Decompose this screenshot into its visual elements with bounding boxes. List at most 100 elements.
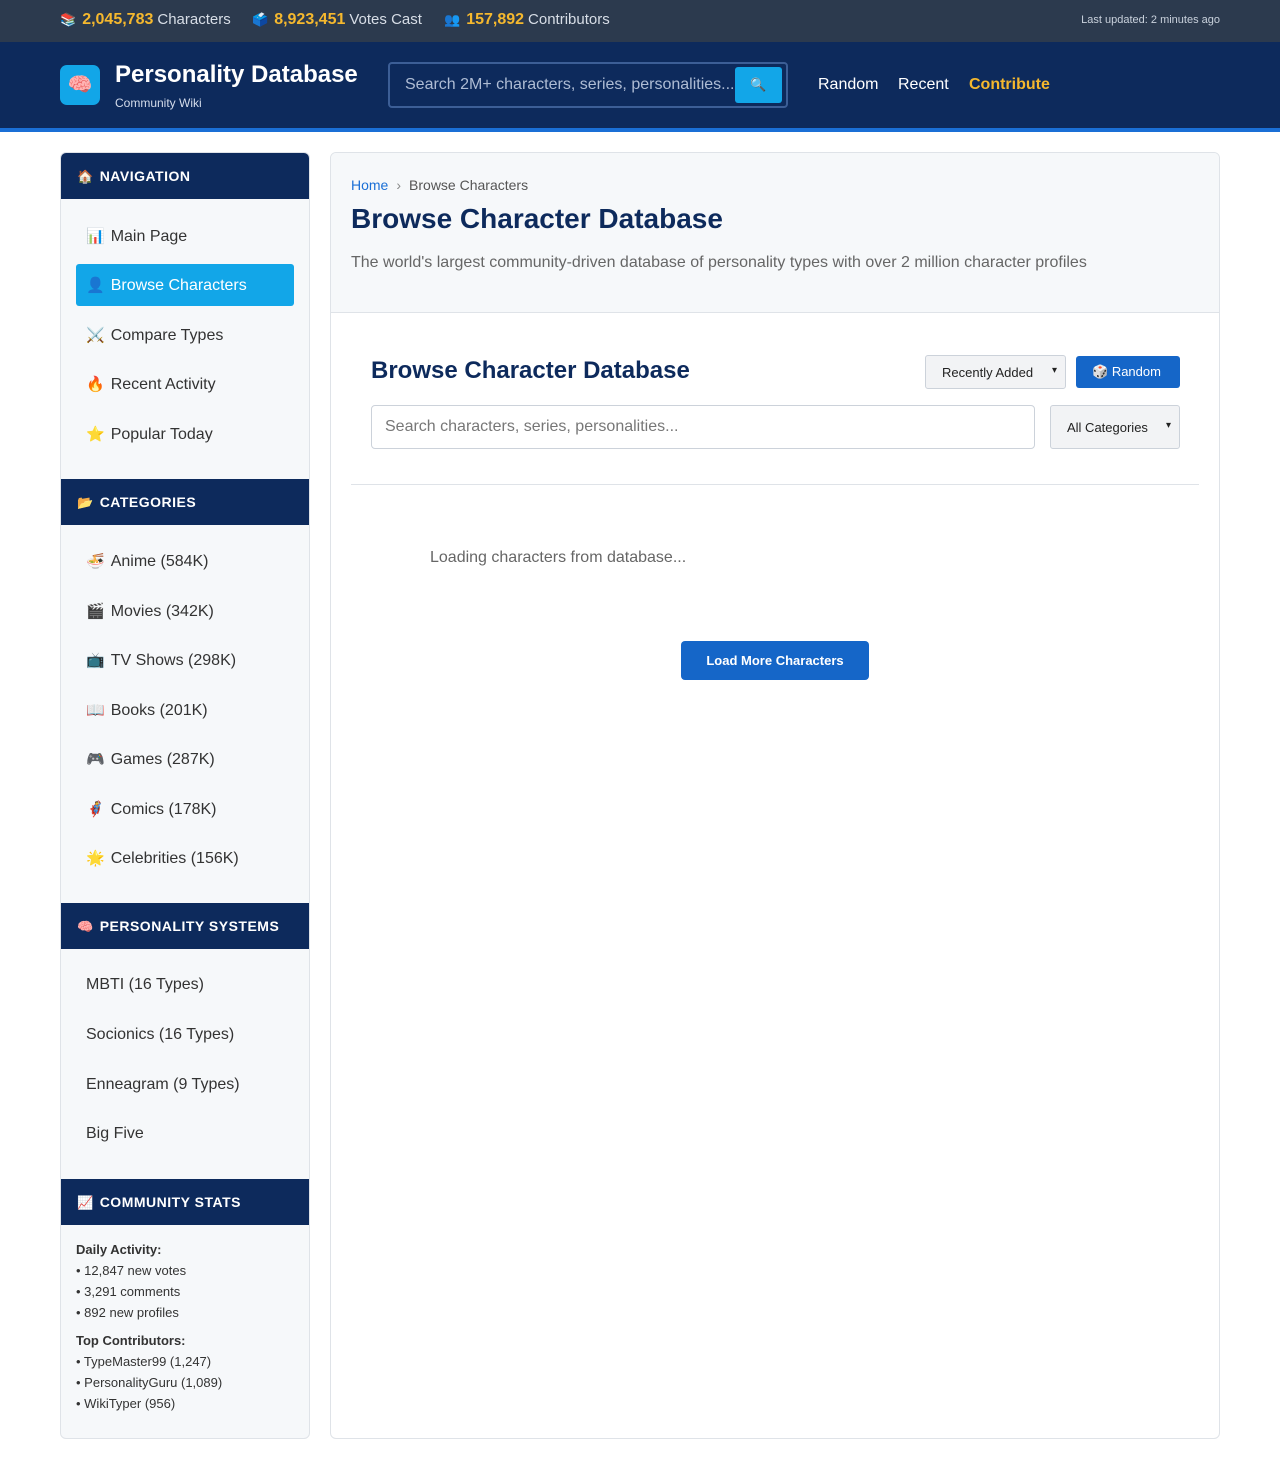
breadcrumb-separator: › [396, 177, 402, 193]
gamepad-icon: 🎮 [86, 751, 105, 768]
page-description: The world's largest community-driven dat… [351, 254, 1087, 271]
top-contributors-label: Top Contributors: [76, 1333, 186, 1348]
navigation-header: 🏠 NAVIGATION [61, 153, 309, 199]
sidebar-item-label: Recent Activity [110, 376, 216, 393]
character-search-placeholder: Search characters, series, personalities… [385, 418, 679, 435]
nav-recent[interactable]: Recent [898, 76, 949, 94]
sidebar-item-label: TV Shows (298K) [110, 652, 237, 669]
contributor-line: • TypeMaster99 (1,247) [76, 1354, 212, 1369]
sidebar-item-label: Celebrities (156K) [110, 850, 239, 867]
nav-random[interactable]: Random [818, 76, 878, 94]
sidebar-item-tv-shows[interactable]: 📺 TV Shows (298K) [76, 639, 294, 681]
sidebar-item-big-five[interactable]: Big Five [76, 1113, 294, 1155]
character-search-input[interactable]: Search characters, series, personalities… [371, 405, 1035, 449]
breadcrumb-current: Browse Characters [409, 177, 529, 193]
sidebar-item-label: Anime (584K) [110, 553, 209, 570]
sidebar-item-label: Books (201K) [110, 702, 208, 719]
category-select-value: All Categories [1067, 420, 1148, 435]
stats-bar: 📚 2,045,783 Characters 🗳️ 8,923,451 Votes Ca… [0, 0, 1280, 42]
stat-votes: 🗳️ 8,923,451 Votes Cast [252, 11, 422, 29]
open-book-icon: 📖 [86, 702, 105, 719]
page-title: Browse Character Database [351, 203, 723, 234]
sidebar-item-browse-characters[interactable]: 👤 Browse Characters [76, 264, 294, 306]
star-icon: ⭐ [86, 426, 105, 443]
header-search-input[interactable]: Search 2M+ characters, series, personali… [405, 76, 734, 94]
sidebar-item-compare-types[interactable]: ⚔️ Compare Types [76, 314, 294, 356]
sidebar-item-label: Popular Today [110, 426, 213, 443]
random-button[interactable]: 🎲 Random [1076, 356, 1180, 388]
main-content: Home › Browse Characters Browse Character … [330, 152, 1220, 1439]
sidebar-item-label: Comics (178K) [110, 801, 217, 818]
dice-icon: 🎲 [1092, 364, 1109, 379]
fire-icon: 🔥 [86, 376, 105, 393]
sidebar-item-label: Main Page [110, 228, 188, 245]
page-header: Home › Browse Characters Browse Character … [331, 153, 1219, 313]
personality-systems-header: 🧠 PERSONALITY SYSTEMS [61, 903, 309, 949]
section-title: NAVIGATION [99, 168, 191, 184]
site-title[interactable]: Personality Database [115, 61, 358, 89]
sidebar-item-label: Movies (342K) [110, 603, 214, 620]
stat-line: • 12,847 new votes [76, 1263, 187, 1278]
bar-chart-icon: 📊 [86, 228, 105, 245]
stat-value: 157,892 [466, 11, 525, 28]
section-title: COMMUNITY STATS [99, 1194, 241, 1210]
sidebar: 🏠 NAVIGATION 📊 Main Page 👤 Browse Character… [60, 152, 310, 1439]
sidebar-item-socionics[interactable]: Socionics (16 Types) [76, 1014, 294, 1056]
stat-characters: 📚 2,045,783 Characters [60, 11, 231, 29]
site-header: 🧠 Personality Database Community Wiki Se… [0, 42, 1280, 132]
sidebar-item-enneagram[interactable]: Enneagram (9 Types) [76, 1064, 294, 1106]
last-updated: Last updated: 2 minutes ago [1081, 14, 1220, 26]
breadcrumb: Home › Browse Characters [351, 177, 528, 193]
sort-select[interactable]: Recently Added ▾ [925, 355, 1066, 389]
stat-contributors: 👥 157,892 Contributors [444, 11, 610, 29]
sidebar-item-popular-today[interactable]: ⭐ Popular Today [76, 413, 294, 455]
nav-contribute[interactable]: Contribute [969, 76, 1050, 94]
contributor-line: • WikiTyper (956) [76, 1396, 176, 1411]
house-icon: 🏠 [77, 169, 94, 184]
site-subtitle: Community Wiki [115, 96, 202, 110]
stat-line: • 892 new profiles [76, 1305, 179, 1320]
ramen-icon: 🍜 [86, 553, 105, 570]
category-select[interactable]: All Categories ▾ [1050, 405, 1180, 449]
daily-activity-label: Daily Activity: [76, 1242, 162, 1257]
sidebar-item-main-page[interactable]: 📊 Main Page [76, 215, 294, 257]
load-more-button[interactable]: Load More Characters [681, 641, 869, 680]
chevron-down-icon: ▾ [1165, 420, 1171, 431]
random-button-label: Random [1111, 364, 1161, 379]
trending-chart-icon: 📈 [77, 1195, 94, 1210]
sidebar-item-games[interactable]: 🎮 Games (287K) [76, 738, 294, 780]
ballot-box-icon: 🗳️ [252, 12, 269, 27]
section-title: CATEGORIES [99, 494, 197, 510]
breadcrumb-home-link[interactable]: Home [351, 177, 388, 193]
people-icon: 👥 [444, 12, 461, 27]
sidebar-item-label: Games (287K) [110, 751, 215, 768]
stat-label: Votes Cast [349, 11, 422, 28]
sidebar-item-label: Compare Types [110, 327, 224, 344]
community-stats: Daily Activity: • 12,847 new votes • 3,2… [76, 1239, 222, 1414]
stat-value: 8,923,451 [274, 11, 346, 28]
brain-logo-icon[interactable]: 🧠 [60, 65, 100, 105]
sidebar-item-anime[interactable]: 🍜 Anime (584K) [76, 540, 294, 582]
books-icon: 📚 [60, 12, 77, 27]
television-icon: 📺 [86, 652, 105, 669]
sidebar-item-mbti[interactable]: MBTI (16 Types) [76, 964, 294, 1006]
sort-select-value: Recently Added [942, 365, 1034, 380]
section-title: Browse Character Database [371, 357, 690, 384]
folder-icon: 📂 [77, 495, 94, 510]
stat-line: • 3,291 comments [76, 1284, 181, 1299]
contributor-line: • PersonalityGuru (1,089) [76, 1375, 223, 1390]
brain-icon: 🧠 [77, 919, 94, 934]
header-search[interactable]: Search 2M+ characters, series, personali… [388, 62, 788, 108]
sidebar-item-comics[interactable]: 🦸 Comics (178K) [76, 788, 294, 830]
sidebar-item-recent-activity[interactable]: 🔥 Recent Activity [76, 363, 294, 405]
sidebar-item-label: Browse Characters [110, 277, 247, 294]
sidebar-item-movies[interactable]: 🎬 Movies (342K) [76, 590, 294, 632]
sidebar-item-books[interactable]: 📖 Books (201K) [76, 689, 294, 731]
sidebar-item-celebrities[interactable]: 🌟 Celebrities (156K) [76, 837, 294, 879]
section-title: PERSONALITY SYSTEMS [99, 918, 280, 934]
clapperboard-icon: 🎬 [86, 603, 105, 620]
search-icon[interactable]: 🔍 [735, 67, 782, 103]
user-icon: 👤 [86, 277, 105, 294]
stat-value: 2,045,783 [82, 11, 154, 28]
superhero-icon: 🦸 [86, 801, 105, 818]
